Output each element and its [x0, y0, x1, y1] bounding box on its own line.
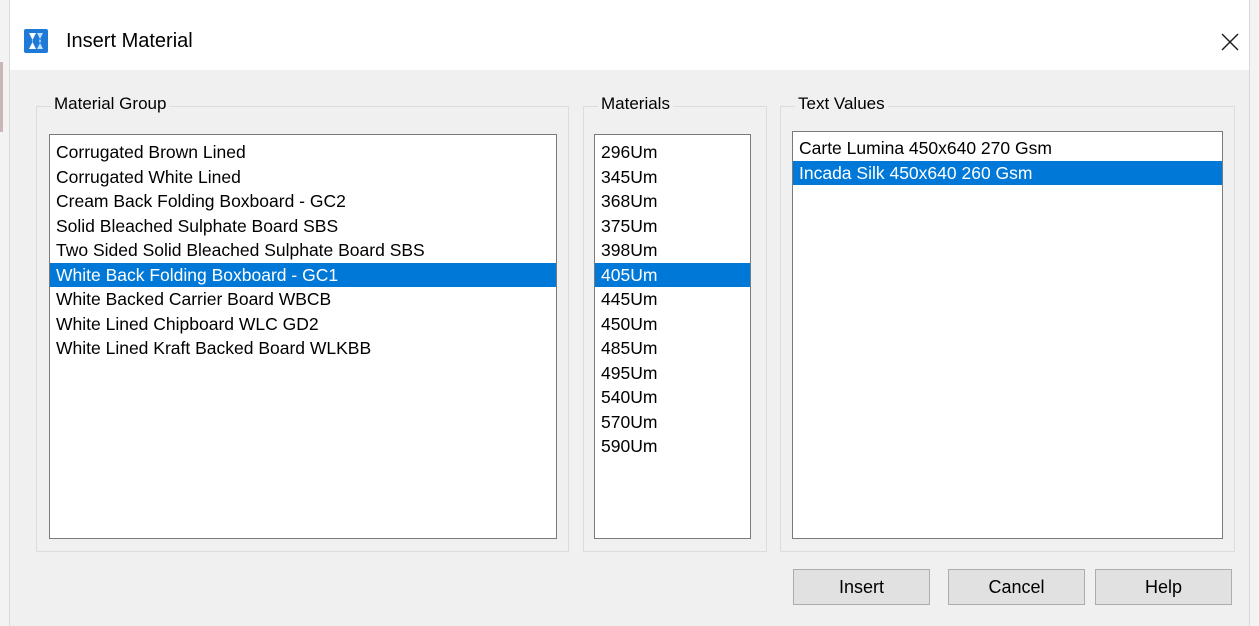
- list-item[interactable]: Corrugated White Lined: [50, 165, 556, 190]
- list-item[interactable]: Solid Bleached Sulphate Board SBS: [50, 214, 556, 239]
- close-button[interactable]: [1210, 22, 1250, 62]
- list-item[interactable]: Corrugated Brown Lined: [50, 140, 556, 165]
- list-item[interactable]: 495Um: [595, 361, 750, 386]
- list-item[interactable]: 570Um: [595, 410, 750, 435]
- list-item[interactable]: 485Um: [595, 336, 750, 361]
- close-icon: [1221, 33, 1239, 51]
- text-values-label: Text Values: [795, 94, 888, 114]
- list-item[interactable]: 345Um: [595, 165, 750, 190]
- window-title: Insert Material: [66, 30, 193, 52]
- insert-button[interactable]: Insert: [793, 569, 930, 605]
- list-item[interactable]: White Lined Chipboard WLC GD2: [50, 312, 556, 337]
- material-group-label: Material Group: [51, 94, 170, 114]
- help-button[interactable]: Help: [1095, 569, 1232, 605]
- list-item[interactable]: 368Um: [595, 189, 750, 214]
- list-item[interactable]: Two Sided Solid Bleached Sulphate Board …: [50, 238, 556, 263]
- list-item[interactable]: Carte Lumina 450x640 270 Gsm: [793, 136, 1222, 161]
- material-group-listbox[interactable]: Corrugated Brown Lined Corrugated White L…: [49, 134, 557, 539]
- list-item[interactable]: Incada Silk 450x640 260 Gsm: [793, 160, 1222, 185]
- list-item[interactable]: White Back Folding Boxboard - GC1: [50, 262, 556, 287]
- list-item[interactable]: Cream Back Folding Boxboard - GC2: [50, 189, 556, 214]
- list-item[interactable]: White Lined Kraft Backed Board WLKBB: [50, 336, 556, 361]
- cancel-button[interactable]: Cancel: [948, 569, 1085, 605]
- title-bar[interactable]: Insert Material: [0, 0, 1259, 70]
- list-item[interactable]: 540Um: [595, 385, 750, 410]
- text-values-listbox[interactable]: Carte Lumina 450x640 270 Gsm Incada Silk …: [792, 131, 1223, 539]
- list-item[interactable]: 450Um: [595, 312, 750, 337]
- list-item[interactable]: 445Um: [595, 287, 750, 312]
- list-item[interactable]: 375Um: [595, 214, 750, 239]
- window-right-border: [1249, 0, 1259, 626]
- bricscad-logo-icon: [24, 29, 48, 53]
- list-item[interactable]: 405Um: [595, 262, 750, 287]
- list-item[interactable]: 398Um: [595, 238, 750, 263]
- list-item[interactable]: 590Um: [595, 434, 750, 459]
- materials-label: Materials: [598, 94, 673, 114]
- window-left-border: [0, 0, 10, 626]
- materials-listbox[interactable]: 296Um 345Um 368Um 375Um 398Um 405Um 445Um 450Um…: [594, 134, 751, 539]
- background-mark: [0, 62, 3, 132]
- list-item[interactable]: 296Um: [595, 140, 750, 165]
- list-item[interactable]: White Backed Carrier Board WBCB: [50, 287, 556, 312]
